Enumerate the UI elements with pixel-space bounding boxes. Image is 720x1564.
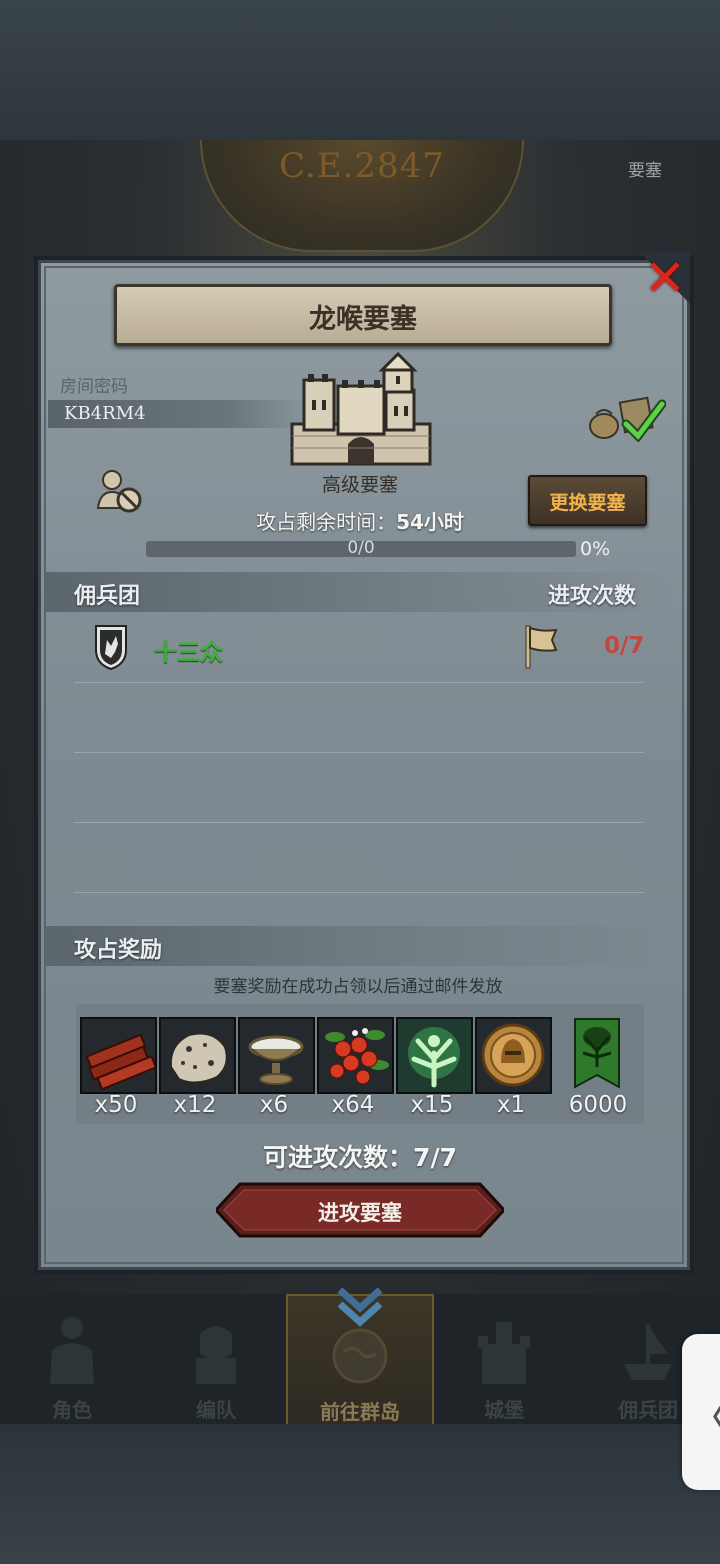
capture-timer-value: 54小时 (396, 510, 464, 534)
remaining-attacks: 可进攻次数：7/7 (160, 1138, 560, 1174)
reward-quantity: x1 (496, 1092, 526, 1118)
silver-bowl-icon (240, 1019, 313, 1092)
row-divider (74, 752, 644, 753)
top-status-area (0, 0, 720, 140)
ore-icon (161, 1019, 234, 1092)
dialog-title: 龙喉要塞 (309, 304, 417, 335)
knight-medal-icon (477, 1019, 550, 1092)
guild-name[interactable]: 十三众 (154, 633, 223, 667)
reward-item[interactable] (561, 1017, 634, 1090)
chevron-down-icon (337, 1287, 383, 1327)
capture-progress-count: 0/0 (347, 538, 375, 558)
room-password-label: 房间密码 (60, 377, 128, 397)
reward-section-title: 攻占奖励 (74, 938, 163, 963)
attack-fortress-label: 进攻要塞 (318, 1201, 402, 1225)
nav-label: 编队 (196, 1398, 236, 1422)
remaining-attacks-value: 7/7 (413, 1143, 457, 1172)
berries-icon (319, 1019, 392, 1092)
guild-attack-count: 0/7 (604, 633, 645, 659)
row-divider (74, 892, 644, 893)
castle-icon (478, 1322, 530, 1384)
era-label: C.E.2847 (279, 146, 445, 186)
nav-label: 前往群岛 (320, 1400, 400, 1424)
guild-banner-icon (574, 1018, 620, 1089)
reward-quantity: x50 (94, 1092, 138, 1118)
nav-item-formation[interactable]: 编队 (144, 1294, 288, 1424)
reward-item[interactable] (159, 1017, 236, 1094)
capture-timer: 攻占剩余时间：54小时 (200, 506, 520, 535)
reward-quantity: x64 (331, 1092, 375, 1118)
reward-item[interactable] (475, 1017, 552, 1094)
chevron-left-icon: 〈 (686, 1382, 720, 1448)
attack-count-header: 进攻次数 (548, 584, 637, 609)
wood-planks-icon (82, 1019, 155, 1092)
capture-timer-label: 攻占剩余时间： (256, 510, 397, 534)
fortress-castle-icon (290, 351, 432, 466)
reward-item[interactable] (317, 1017, 394, 1094)
mercenary-ship-icon (624, 1324, 672, 1380)
row-divider (74, 682, 644, 683)
fortress-type: 高级要塞 (321, 474, 398, 496)
swap-fortress-button[interactable]: 更换要塞 (528, 475, 647, 526)
reward-quantity: x15 (410, 1092, 454, 1118)
no-visitors-icon[interactable] (96, 468, 144, 514)
reward-item[interactable] (238, 1017, 315, 1094)
reward-quantity: x6 (259, 1092, 289, 1118)
wolf-shield-icon (95, 625, 127, 670)
supply-bag-claimed-icon[interactable] (586, 394, 666, 442)
reward-note: 要塞奖励在成功占领以后通过邮件发放 (213, 977, 503, 997)
row-divider (74, 822, 644, 823)
character-icon (50, 1317, 94, 1384)
capture-progress-percent: 0% (580, 538, 611, 560)
room-password-code: KB4RM4 (64, 403, 146, 424)
nav-item-character[interactable]: 角色 (0, 1294, 144, 1424)
spirit-tree-icon (398, 1019, 471, 1092)
swap-fortress-label: 更换要塞 (549, 492, 626, 514)
bottom-area (0, 1424, 720, 1564)
reward-item[interactable] (396, 1017, 473, 1094)
nav-label: 城堡 (484, 1398, 524, 1422)
reward-item[interactable] (80, 1017, 157, 1094)
close-button[interactable]: ✕ (640, 250, 690, 306)
remaining-attacks-label: 可进攻次数： (263, 1143, 414, 1172)
scene-fortress-label: 要塞 (628, 161, 662, 181)
title-banner: 龙喉要塞 (114, 284, 612, 346)
side-panel-handle[interactable]: 〈 (682, 1334, 720, 1490)
attack-flag-icon (525, 625, 558, 669)
attack-fortress-button[interactable]: 进攻要塞 (216, 1182, 504, 1238)
reward-quantity: 6000 (568, 1092, 628, 1118)
mercenary-section-title: 佣兵团 (74, 584, 141, 609)
formation-icon (196, 1326, 236, 1384)
nav-item-castle[interactable]: 城堡 (432, 1294, 576, 1424)
nav-label: 角色 (52, 1398, 92, 1422)
reward-quantity: x12 (173, 1092, 217, 1118)
